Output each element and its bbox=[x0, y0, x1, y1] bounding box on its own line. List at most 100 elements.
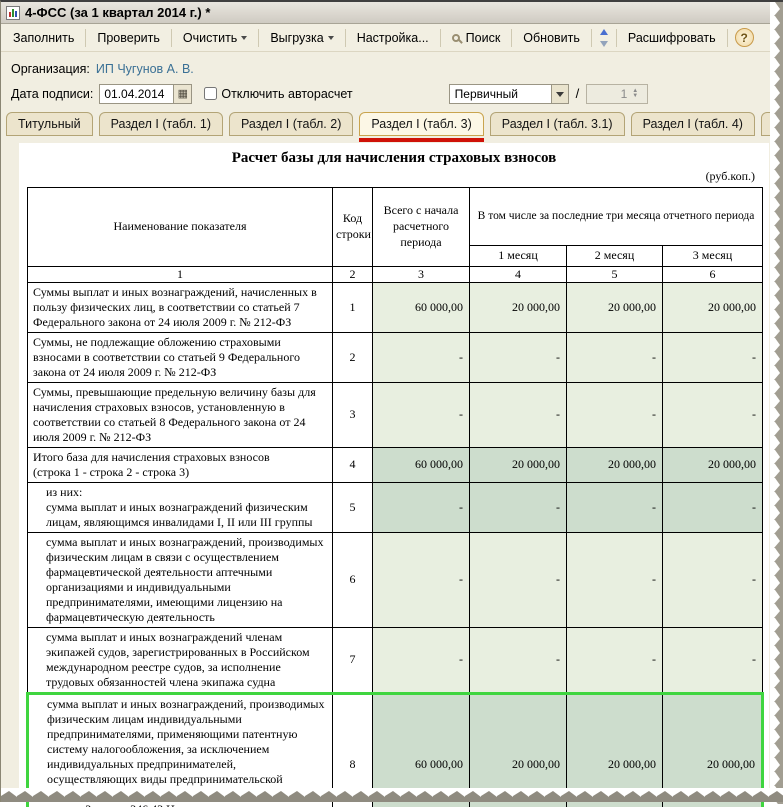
calendar-icon[interactable]: ▦ bbox=[173, 84, 192, 104]
search-icon bbox=[452, 34, 460, 42]
table-row: Суммы, не подлежащие обложению страховым… bbox=[28, 332, 763, 382]
table-row: сумма выплат и иных вознаграждений, прои… bbox=[28, 532, 763, 627]
value-cell[interactable]: - bbox=[663, 482, 763, 532]
fill-button-label: Заполнить bbox=[13, 31, 74, 45]
row-code: 1 bbox=[333, 282, 373, 332]
toolbar-separator bbox=[727, 29, 728, 47]
value-cell[interactable]: - bbox=[663, 382, 763, 447]
decipher-button[interactable]: Расшифровать bbox=[620, 26, 724, 50]
signature-date-row: Дата подписи: ▦ Отключить авторасчет Пер… bbox=[11, 82, 773, 105]
refresh-button-label: Обновить bbox=[523, 31, 580, 45]
toolbar-separator bbox=[511, 29, 512, 47]
fill-button[interactable]: Заполнить bbox=[5, 26, 82, 50]
value-cell[interactable]: 20 000,00 bbox=[470, 282, 567, 332]
value-cell[interactable]: 60 000,00 bbox=[373, 282, 470, 332]
export-button-label: Выгрузка bbox=[270, 31, 323, 45]
row-code: 4 bbox=[333, 447, 373, 482]
tab-razdel1-tabl2[interactable]: Раздел I (табл. 2) bbox=[229, 112, 353, 136]
title-bar: 4-ФСС (за 1 квартал 2014 г.) * bbox=[1, 2, 783, 24]
row-code: 2 bbox=[333, 332, 373, 382]
chevron-down-icon[interactable] bbox=[551, 85, 568, 103]
disable-autocalc-checkbox[interactable] bbox=[204, 87, 217, 100]
settings-button[interactable]: Настройка... bbox=[349, 26, 437, 50]
value-cell[interactable]: - bbox=[373, 482, 470, 532]
tab-label: Раздел I (табл. 4) bbox=[643, 117, 743, 131]
value-cell[interactable]: - bbox=[373, 382, 470, 447]
value-cell[interactable]: - bbox=[373, 532, 470, 627]
tab-label: Раздел I (табл. 3) bbox=[371, 117, 471, 131]
help-button[interactable]: ? bbox=[735, 28, 754, 47]
value-cell[interactable]: - bbox=[567, 627, 663, 693]
search-button[interactable]: Поиск bbox=[444, 26, 509, 50]
window-title: 4-ФСС (за 1 квартал 2014 г.) * bbox=[25, 5, 210, 20]
tab-razdel1-tabl1[interactable]: Раздел I (табл. 1) bbox=[99, 112, 223, 136]
chevron-down-icon bbox=[328, 36, 334, 43]
value-cell[interactable]: 60 000,00 bbox=[373, 447, 470, 482]
value-cell[interactable]: - bbox=[663, 532, 763, 627]
row-code: 5 bbox=[333, 482, 373, 532]
clear-button[interactable]: Очистить bbox=[175, 26, 255, 50]
header-code: Код строки bbox=[333, 188, 373, 267]
header-name: Наименование показателя bbox=[28, 188, 333, 267]
table-row: Суммы выплат и иных вознаграждений, начи… bbox=[28, 282, 763, 332]
value-cell[interactable]: 20 000,00 bbox=[663, 447, 763, 482]
spinner-arrows-icon[interactable]: ▲▼ bbox=[629, 89, 641, 99]
row-name: из них:сумма выплат и иных вознаграждени… bbox=[28, 482, 333, 532]
value-cell[interactable]: 20 000,00 bbox=[567, 447, 663, 482]
search-button-label: Поиск bbox=[466, 31, 501, 45]
settings-button-label: Настройка... bbox=[357, 31, 429, 45]
tab-titulny[interactable]: Титульный bbox=[6, 112, 93, 136]
units-note: (руб.коп.) bbox=[19, 169, 769, 187]
table-row: сумма выплат и иных вознаграждений члена… bbox=[28, 627, 763, 693]
value-cell[interactable]: - bbox=[567, 532, 663, 627]
header-month-3: 3 месяц bbox=[663, 246, 763, 267]
value-cell[interactable]: - bbox=[470, 382, 567, 447]
report-icon bbox=[6, 6, 20, 20]
value-cell[interactable]: - bbox=[470, 532, 567, 627]
table-header-row: Наименование показателя Код строки Всего… bbox=[28, 188, 763, 246]
value-cell[interactable]: - bbox=[373, 332, 470, 382]
refresh-button[interactable]: Обновить bbox=[515, 26, 588, 50]
signature-date-label: Дата подписи: bbox=[11, 87, 93, 101]
value-cell[interactable]: 20 000,00 bbox=[663, 282, 763, 332]
value-cell[interactable]: - bbox=[567, 382, 663, 447]
down-arrow-icon bbox=[600, 41, 608, 51]
column-number: 3 bbox=[373, 266, 470, 282]
chevron-down-icon bbox=[241, 36, 247, 43]
calculation-table: Наименование показателя Код строки Всего… bbox=[26, 187, 764, 807]
export-button[interactable]: Выгрузка bbox=[262, 26, 341, 50]
report-panel: Расчет базы для начисления страховых взн… bbox=[19, 143, 769, 807]
value-cell[interactable]: - bbox=[567, 332, 663, 382]
tab-razdel1-tabl3[interactable]: Раздел I (табл. 3) bbox=[359, 112, 483, 136]
column-number: 2 bbox=[333, 266, 373, 282]
table-row: Суммы, превышающие предельную величину б… bbox=[28, 382, 763, 447]
tab-label: Титульный bbox=[18, 117, 81, 131]
check-button[interactable]: Проверить bbox=[89, 26, 168, 50]
move-rows-button[interactable] bbox=[595, 22, 613, 54]
value-cell[interactable]: - bbox=[470, 627, 567, 693]
value-cell[interactable]: 20 000,00 bbox=[567, 282, 663, 332]
torn-edge-right bbox=[770, 2, 783, 804]
table-row: из них:сумма выплат и иных вознаграждени… bbox=[28, 482, 763, 532]
signature-date-input[interactable] bbox=[99, 84, 173, 104]
value-cell[interactable]: 20 000,00 bbox=[470, 447, 567, 482]
value-cell[interactable]: - bbox=[567, 482, 663, 532]
toolbar-separator bbox=[591, 29, 592, 47]
value-cell[interactable]: - bbox=[470, 332, 567, 382]
report-kind-select[interactable]: Первичный bbox=[449, 84, 569, 104]
report-kind-value: Первичный bbox=[455, 87, 518, 101]
value-cell[interactable]: - bbox=[470, 482, 567, 532]
correction-number-input bbox=[587, 87, 629, 101]
table-row: Итого база для начисления страховых взно… bbox=[28, 447, 763, 482]
app-window: 4-ФСС (за 1 квартал 2014 г.) * Заполнить… bbox=[0, 0, 783, 802]
organization-value[interactable]: ИП Чугунов А. В. bbox=[96, 62, 194, 76]
tab-razdel1-tabl4[interactable]: Раздел I (табл. 4) bbox=[631, 112, 755, 136]
signature-date-field: ▦ bbox=[99, 84, 192, 104]
disable-autocalc-label: Отключить авторасчет bbox=[221, 87, 352, 101]
value-cell[interactable]: - bbox=[663, 627, 763, 693]
row-name: Суммы выплат и иных вознаграждений, начи… bbox=[28, 282, 333, 332]
value-cell[interactable]: - bbox=[663, 332, 763, 382]
tab-razdel1-tabl3-1[interactable]: Раздел I (табл. 3.1) bbox=[490, 112, 625, 136]
column-number: 1 bbox=[28, 266, 333, 282]
value-cell[interactable]: - bbox=[373, 627, 470, 693]
